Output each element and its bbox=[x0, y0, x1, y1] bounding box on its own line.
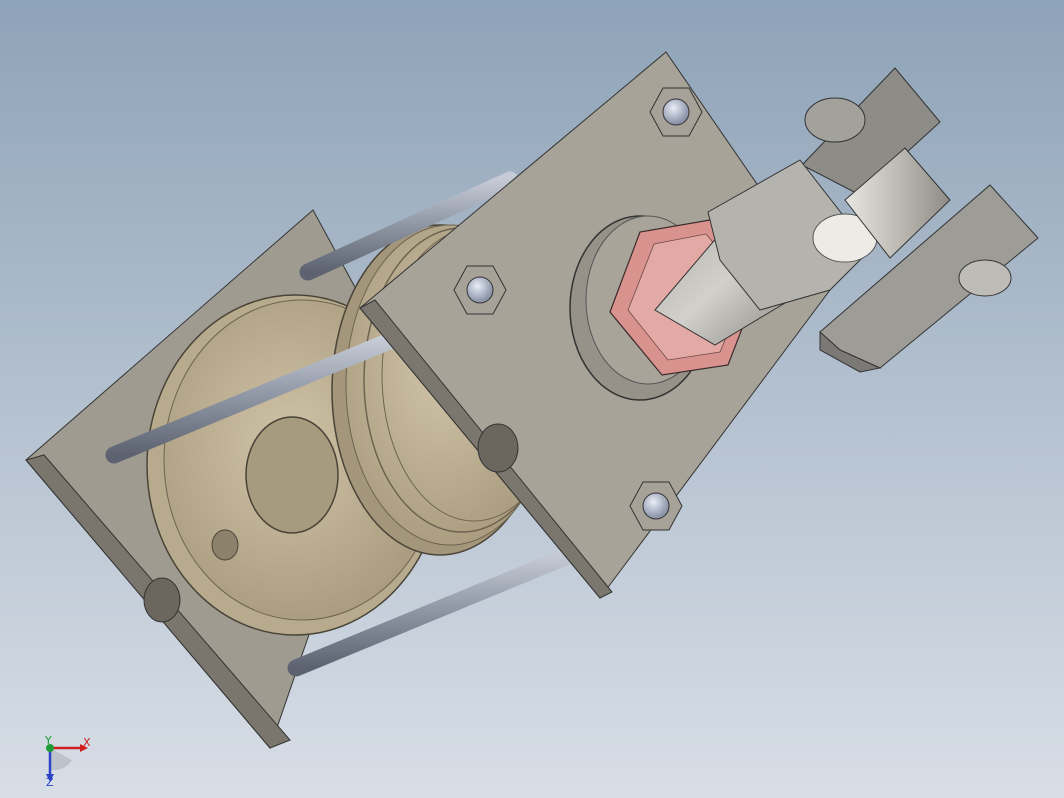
clevis-pin-hole bbox=[804, 97, 866, 143]
front-plate-side-port bbox=[477, 423, 519, 473]
model-view[interactable]: X Y Z bbox=[0, 0, 1064, 798]
rear-cap-side-port bbox=[143, 577, 181, 623]
graphics-viewport[interactable]: X Y Z bbox=[0, 0, 1064, 798]
triad-x-label: X bbox=[83, 736, 91, 749]
triad-y-label: Y bbox=[44, 734, 52, 747]
rear-cap-port-hole bbox=[211, 529, 239, 561]
triad-z-label: Z bbox=[46, 776, 54, 789]
rear-cap-center-hole bbox=[245, 416, 339, 534]
